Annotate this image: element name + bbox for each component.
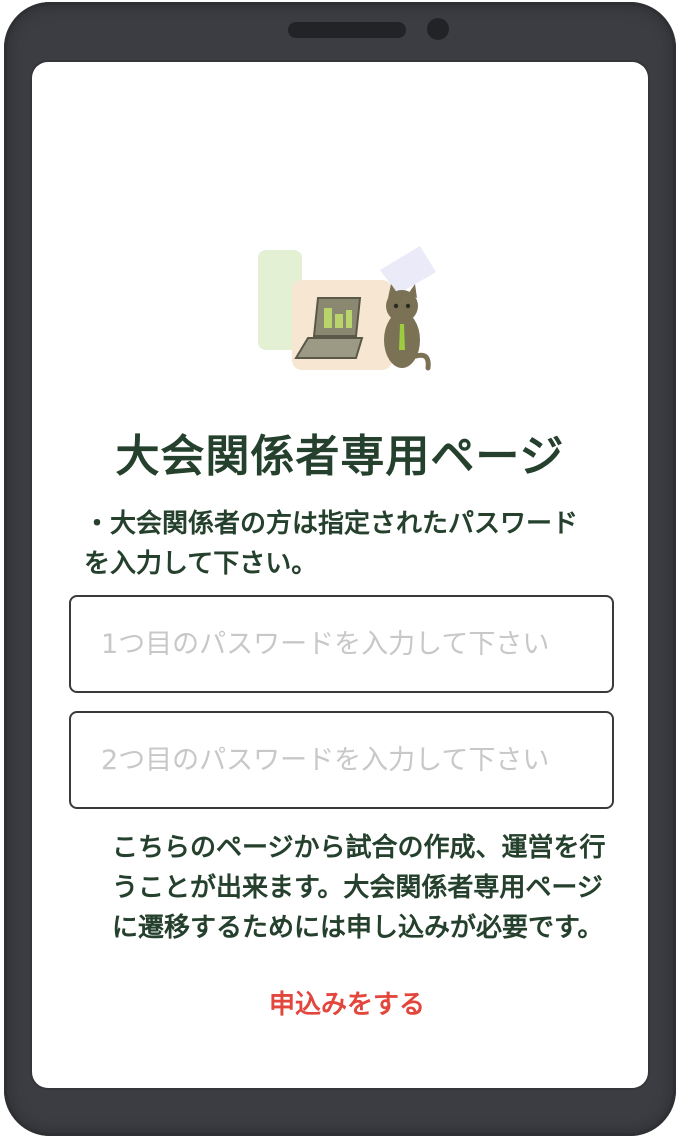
cat-tail [413,352,431,371]
page-title: 大会関係者専用ページ [115,431,565,482]
chart-bar-1 [324,308,332,328]
cat-laptop-illustration [258,246,436,371]
phone-speaker [288,22,406,38]
phone-screen: 大会関係者専用ページ ・大会関係者の方は指定されたパスワードを入力して下さい。 … [32,62,648,1088]
cat-eye-left [393,303,399,309]
laptop-keyboard [294,337,364,359]
cat-necktie [399,324,405,350]
apply-link[interactable]: 申込みをする [269,984,425,1021]
application-note: こちらのページから試合の作成、運営を行うことが出来ます。大会関係者専用ページに遷… [112,833,606,943]
chart-bar-3 [346,310,352,328]
password-instruction: ・大会関係者の方は指定されたパスワードを入力して下さい。 [84,509,579,579]
phone-camera [427,18,449,40]
cat-eye-right [405,303,411,309]
chart-bar-2 [335,314,343,328]
phone-frame: 大会関係者専用ページ ・大会関係者の方は指定されたパスワードを入力して下さい。 … [4,2,676,1136]
password-1-input[interactable] [69,595,614,693]
password-2-input[interactable] [69,711,614,809]
